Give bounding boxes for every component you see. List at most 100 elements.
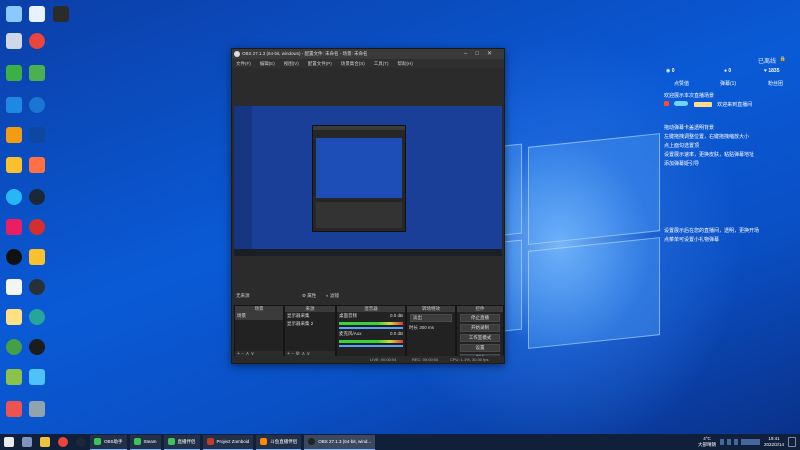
- menu-file[interactable]: 文件(F): [236, 61, 251, 67]
- game-icon[interactable]: [3, 216, 25, 238]
- rec-status: REC: 00:00:00: [412, 357, 439, 362]
- task-steam[interactable]: Steam: [129, 434, 161, 450]
- tab-fans[interactable]: 粉丝团: [768, 80, 783, 87]
- start-icon[interactable]: [4, 437, 14, 447]
- heart-icon: ♥ 1835: [764, 68, 780, 74]
- nested-obs-preview: [312, 125, 406, 232]
- cloud-icon[interactable]: [26, 3, 48, 25]
- tab-danmaku[interactable]: 弹幕(1): [720, 80, 736, 87]
- menu-help[interactable]: 帮助(H): [398, 61, 413, 67]
- gift-icon[interactable]: [3, 398, 25, 420]
- panel-tabs: 点赞值 弹幕(1) 粉丝团: [664, 80, 794, 92]
- tray-icons[interactable]: [719, 439, 760, 445]
- lime-app-icon[interactable]: [3, 366, 25, 388]
- controls-dock-title: 控件: [457, 306, 503, 312]
- file-icon[interactable]: [3, 306, 25, 328]
- this-pc-icon[interactable]: [3, 3, 25, 25]
- shield-icon[interactable]: [3, 62, 25, 84]
- dark-app-icon[interactable]: [26, 276, 48, 298]
- edge-icon[interactable]: [26, 306, 48, 328]
- menu-edit[interactable]: 编辑(E): [260, 61, 275, 67]
- window-controls[interactable]: –□✕: [464, 50, 500, 57]
- cpu-status: CPU: 1.1%, 30.00 fps: [450, 357, 489, 362]
- app-green-icon[interactable]: [26, 62, 48, 84]
- volume-slider[interactable]: [339, 345, 403, 347]
- audio-mixer-dock: 混音器 桌面音频 0.0 dB 麦克风/Aux 0.0 dB: [336, 305, 406, 359]
- orange-app-icon[interactable]: [26, 154, 48, 176]
- transitions-dock-title: 转场特效: [407, 306, 455, 312]
- scenes-dock: 场景 场景 + − ∧ ∨: [234, 305, 284, 359]
- lock-icon[interactable]: 🔒: [780, 56, 786, 62]
- yellow-app-icon[interactable]: [3, 154, 25, 176]
- eye-icon: ◉ 0: [666, 68, 675, 74]
- volume-slider[interactable]: [339, 327, 403, 329]
- grid-app-icon[interactable]: [26, 398, 48, 420]
- monitor-icon[interactable]: [26, 124, 48, 146]
- netease-icon[interactable]: [26, 216, 48, 238]
- scene-item[interactable]: 场景: [235, 312, 283, 320]
- glasses-app-icon[interactable]: [26, 246, 48, 268]
- obs-titlebar[interactable]: OBS 27.1.3 (64-bit, windows) - 配置文件: 未命名…: [232, 49, 504, 59]
- transitions-dock: 转场特效 淡出 时长 300 ms: [406, 305, 456, 359]
- steam-icon[interactable]: [26, 186, 48, 208]
- chrome-taskbar-icon[interactable]: [58, 437, 68, 447]
- mixer-track: 麦克风/Aux 0.0 dB: [339, 331, 403, 336]
- steam-taskbar-icon[interactable]: [76, 437, 86, 447]
- folder-icon[interactable]: [40, 437, 50, 447]
- danmaku-panel: 已离线 🔒 ◉ 0 ● 0 ♥ 1835 点赞值 弹幕(1) 粉丝团 欢迎展示本…: [664, 56, 794, 245]
- blue-app-icon[interactable]: [26, 366, 48, 388]
- menu-view[interactable]: 视图(V): [284, 61, 299, 67]
- preview-desktop-icons: [234, 106, 252, 249]
- task-douyu[interactable]: 斗鱼直播伴侣: [256, 434, 302, 450]
- settings-button[interactable]: 设置: [460, 344, 500, 352]
- check-icon: [167, 438, 175, 445]
- transition-select[interactable]: 淡出: [410, 314, 452, 322]
- live-status: LIVE: 00:00:04: [370, 357, 397, 362]
- k-app-icon[interactable]: [26, 94, 48, 116]
- tab-likes[interactable]: 点赞值: [674, 80, 689, 87]
- window-title: OBS 27.1.3 (64-bit, windows) - 配置文件: 未命名…: [242, 51, 368, 56]
- chat-icon[interactable]: [3, 186, 25, 208]
- docks-area: 场景 场景 + − ∧ ∨ 来源 显示器采集 显示器采集 2 + − ⚙ ∧ ∨…: [234, 295, 504, 362]
- obs-menubar: 文件(F) 编辑(E) 视图(V) 配置文件(P) 场景集合(S) 工具(T) …: [232, 59, 504, 68]
- weather-widget[interactable]: 4°C 大部晴朗: [698, 436, 716, 448]
- qq-icon[interactable]: [3, 246, 25, 268]
- menu-profile[interactable]: 配置文件(P): [308, 61, 332, 67]
- stop-streaming-button[interactable]: 停止直播: [460, 314, 500, 322]
- volume-meter: [339, 340, 403, 343]
- clock[interactable]: 19:41 2022/2/14: [764, 436, 784, 448]
- security-icon[interactable]: [3, 94, 25, 116]
- start-recording-button[interactable]: 开始录制: [460, 324, 500, 332]
- task-project-zomboid[interactable]: Project Zomboid: [202, 434, 254, 450]
- recycle-bin-icon[interactable]: [3, 30, 25, 52]
- obs-desktop-icon[interactable]: [26, 336, 48, 358]
- volume-meter: [339, 322, 403, 325]
- chat-line: 欢迎来到直播间: [664, 101, 794, 110]
- chrome-icon[interactable]: [26, 30, 48, 52]
- welcome-text: 欢迎展示本次直播场景: [664, 93, 715, 99]
- alert-icon: [664, 101, 669, 106]
- source-item[interactable]: 显示器采集: [285, 312, 335, 320]
- preview-canvas[interactable]: [234, 106, 502, 256]
- check-icon: [133, 438, 141, 445]
- green-app-icon[interactable]: [3, 336, 25, 358]
- search-icon[interactable]: [22, 437, 32, 447]
- duration-field[interactable]: 300 ms: [419, 325, 434, 330]
- tools-icon[interactable]: [3, 124, 25, 146]
- studio-mode-button[interactable]: 工作室模式: [460, 334, 500, 342]
- notification-icon[interactable]: [788, 437, 796, 447]
- task-obs-helper[interactable]: OBS助手: [90, 434, 127, 450]
- obs-window[interactable]: OBS 27.1.3 (64-bit, windows) - 配置文件: 未命名…: [231, 48, 505, 364]
- preview-taskbar: [234, 249, 502, 256]
- menu-scene-collection[interactable]: 场景集合(S): [341, 61, 365, 67]
- check-icon: [94, 438, 101, 445]
- system-tray: 4°C 大部晴朗 19:41 2022/2/14: [698, 435, 796, 449]
- obs-icon: [308, 438, 316, 445]
- document-icon[interactable]: [3, 276, 25, 298]
- menu-tools[interactable]: 工具(T): [374, 61, 389, 67]
- sources-dock: 来源 显示器采集 显示器采集 2 + − ⚙ ∧ ∨: [284, 305, 336, 359]
- task-live-companion[interactable]: 直播伴侣: [163, 434, 200, 450]
- app-icon[interactable]: [50, 3, 72, 25]
- task-obs[interactable]: OBS 27.1.3 (64-bit, wind...: [304, 434, 376, 450]
- source-item[interactable]: 显示器采集 2: [285, 320, 335, 328]
